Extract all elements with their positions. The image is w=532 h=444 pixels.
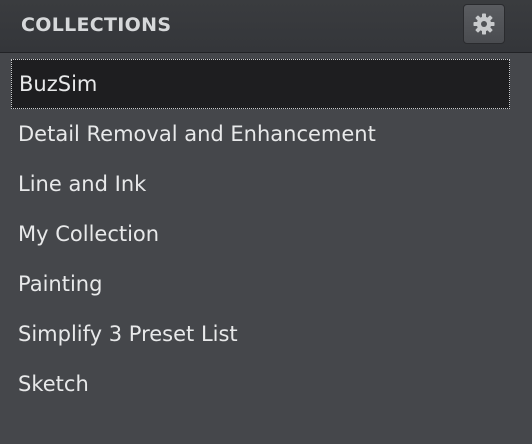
list-item-label: Line and Ink [18,172,147,196]
list-item-label: My Collection [18,222,160,246]
list-item-label: Simplify 3 Preset List [18,322,238,346]
list-item-label: Sketch [18,372,89,396]
list-item-label: BuzSim [19,72,98,96]
collections-title: COLLECTIONS [21,14,172,36]
collections-panel: COLLECTIONS BuzSim Detail Removal and En… [0,0,532,444]
list-item-sketch[interactable]: Sketch [0,359,532,409]
collections-list: BuzSim Detail Removal and Enhancement Li… [0,59,532,409]
list-item-label: Painting [18,272,103,296]
collections-header: COLLECTIONS [0,0,532,53]
list-item-line-and-ink[interactable]: Line and Ink [0,159,532,209]
list-item-detail-removal[interactable]: Detail Removal and Enhancement [0,109,532,159]
list-item-simplify-3[interactable]: Simplify 3 Preset List [0,309,532,359]
list-item-label: Detail Removal and Enhancement [18,122,376,146]
list-item-my-collection[interactable]: My Collection [0,209,532,259]
gear-icon [472,12,496,36]
list-item-painting[interactable]: Painting [0,259,532,309]
list-item-buzsim[interactable]: BuzSim [11,59,510,109]
collections-settings-button[interactable] [463,4,505,44]
